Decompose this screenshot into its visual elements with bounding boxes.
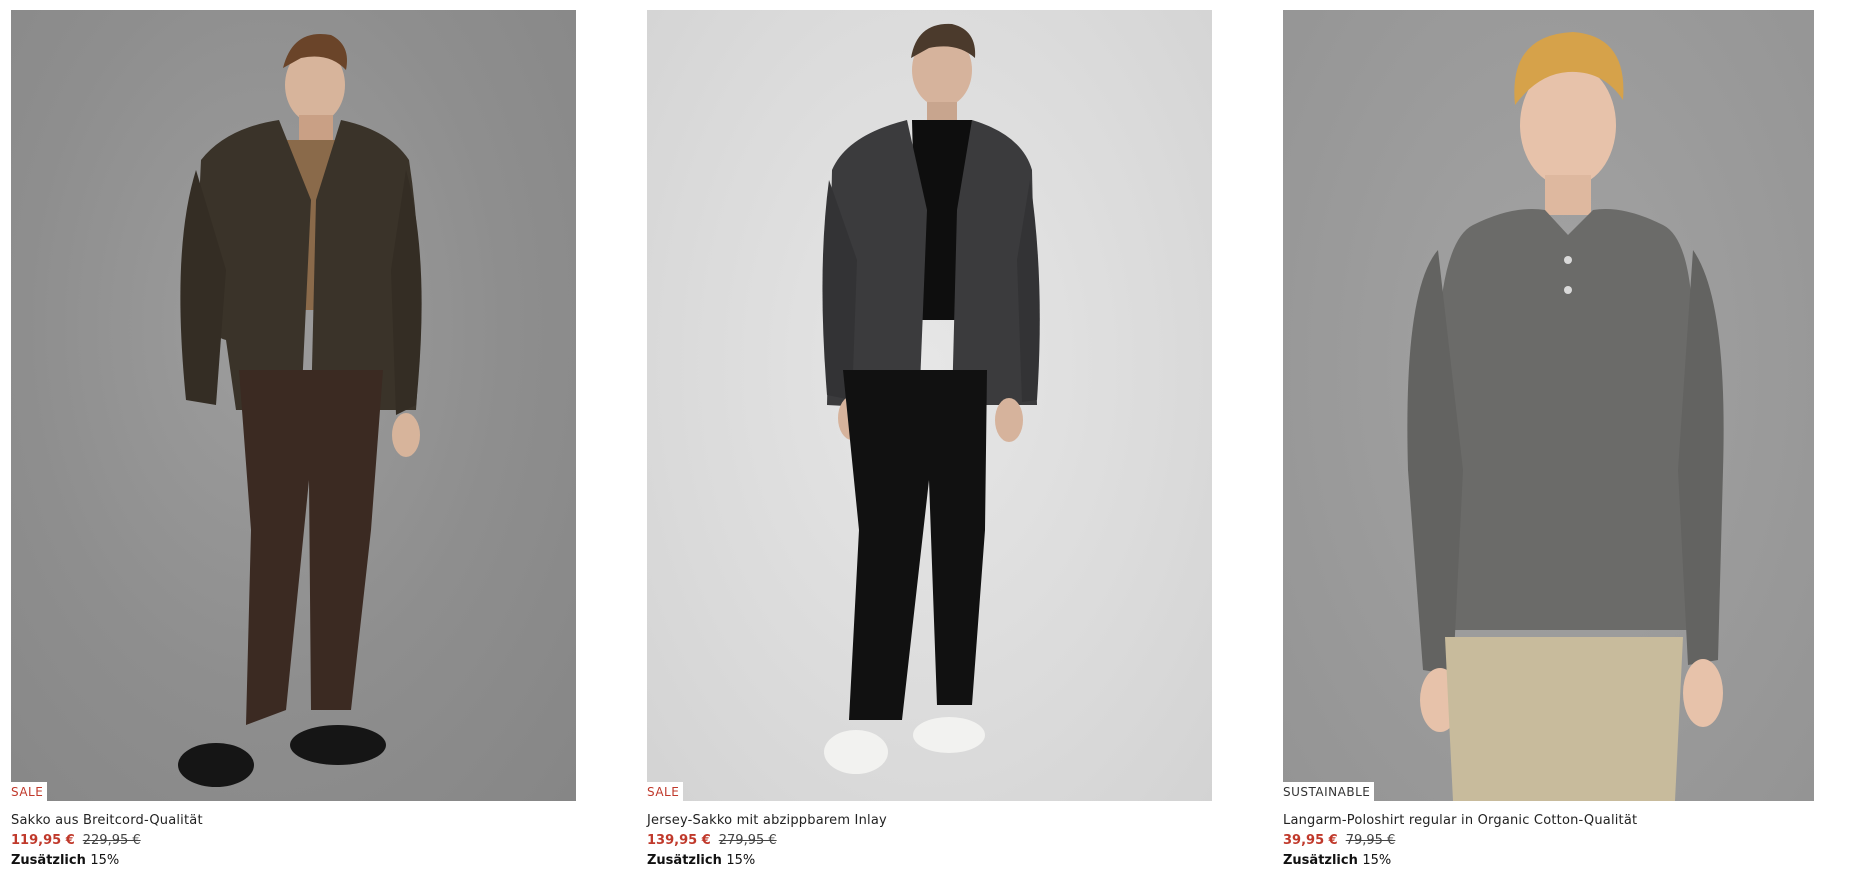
extra-discount: Zusätzlich 15% (11, 853, 576, 869)
product-name[interactable]: Sakko aus Breitcord-Qualität (11, 813, 576, 829)
model-photo-polo-shirt (1407, 32, 1724, 801)
product-card[interactable]: SALE Sakko aus Breitcord-Qualität 119,95… (11, 10, 576, 869)
sale-badge: SALE (647, 782, 684, 801)
product-price: 39,95 € 79,95 € (1283, 833, 1814, 849)
model-photo-sakko-breitcord (178, 33, 422, 787)
extra-discount-value: 15% (726, 853, 756, 868)
extra-discount: Zusätzlich 15% (647, 853, 1212, 869)
product-card[interactable]: SALE Jersey-Sakko mit abzippbarem Inlay … (647, 10, 1212, 869)
extra-discount-value: 15% (1362, 853, 1392, 868)
product-card[interactable]: SUSTAINABLE Langarm-Poloshirt regular in… (1283, 10, 1814, 869)
product-name[interactable]: Jersey-Sakko mit abzippbarem Inlay (647, 813, 1212, 829)
extra-discount-label: Zusätzlich (11, 853, 86, 868)
product-name[interactable]: Langarm-Poloshirt regular in Organic Cot… (1283, 813, 1814, 829)
original-price: 79,95 € (1345, 833, 1396, 848)
model-photo-jersey-sakko (822, 23, 1040, 774)
product-image[interactable]: SALE (647, 10, 1212, 801)
product-price: 119,95 € 229,95 € (11, 833, 576, 849)
sale-badge: SALE (11, 782, 48, 801)
product-grid: SALE Sakko aus Breitcord-Qualität 119,95… (0, 0, 1860, 879)
current-price: 39,95 € (1283, 833, 1338, 848)
product-price: 139,95 € 279,95 € (647, 833, 1212, 849)
extra-discount-label: Zusätzlich (647, 853, 722, 868)
original-price: 229,95 € (82, 833, 141, 848)
current-price: 139,95 € (647, 833, 711, 848)
original-price: 279,95 € (718, 833, 777, 848)
extra-discount-label: Zusätzlich (1283, 853, 1358, 868)
product-image[interactable]: SUSTAINABLE (1283, 10, 1814, 801)
sustainable-badge: SUSTAINABLE (1283, 782, 1375, 801)
product-image[interactable]: SALE (11, 10, 576, 801)
extra-discount: Zusätzlich 15% (1283, 853, 1814, 869)
current-price: 119,95 € (11, 833, 75, 848)
extra-discount-value: 15% (90, 853, 120, 868)
